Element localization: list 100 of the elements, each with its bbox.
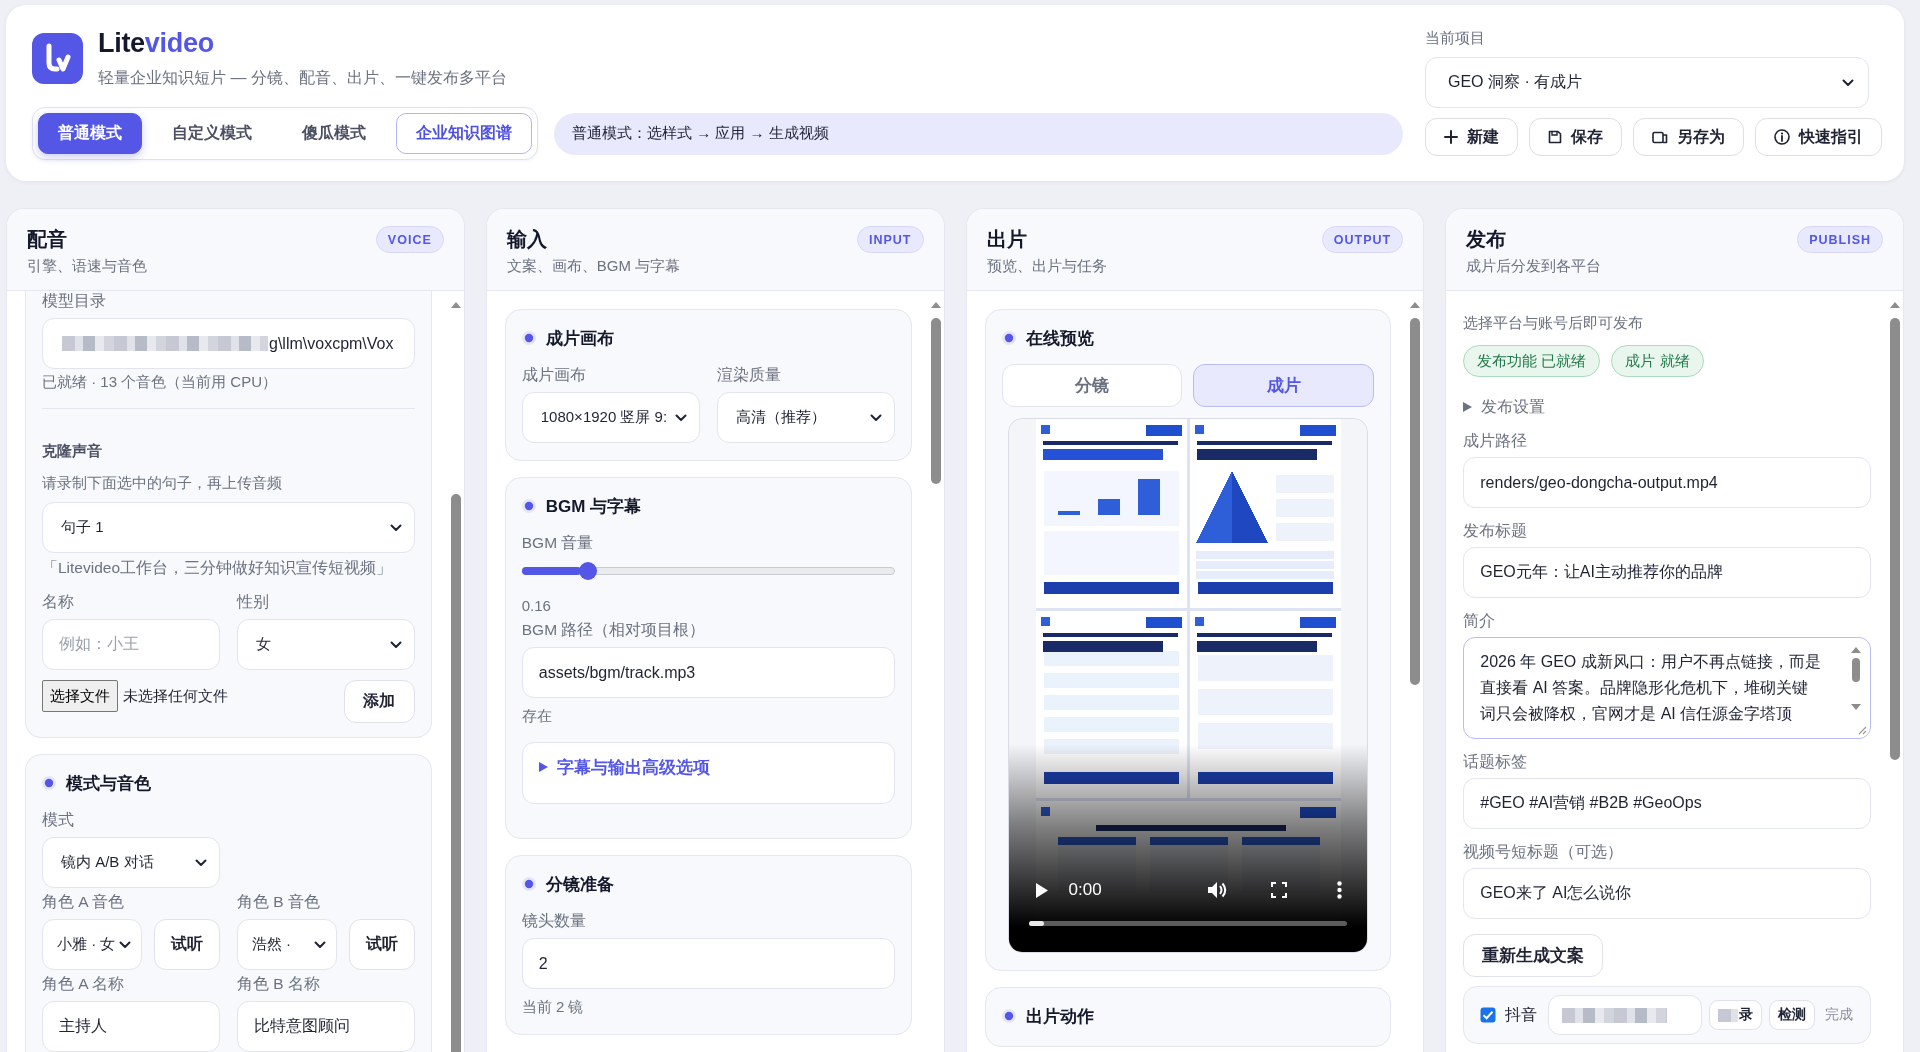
logo-icon	[32, 32, 83, 84]
tagline: 轻量企业知识短片 — 分镜、配音、出片、一键发布多平台	[98, 68, 507, 88]
field-label: BGM 音量	[521, 533, 595, 553]
field-label: BGM 路径（相对项目根）	[521, 620, 707, 640]
view-tab[interactable]: 分镜	[1001, 364, 1183, 407]
action-button[interactable]: 重新生成文案	[1463, 934, 1604, 977]
helper-text: 已就绪 · 13 个音色（当前用 CPU）	[42, 372, 279, 392]
panel-title: 输入	[506, 227, 548, 252]
helper-text: 选择平台与账号后即可发布	[1463, 313, 1645, 333]
input-field[interactable]: renders/geo-dongcha-output.mp4	[1463, 457, 1871, 508]
input-field[interactable]: assets/bgm/track.mp3	[521, 647, 895, 698]
panel-subtitle: 引擎、语速与音色	[27, 256, 147, 276]
listen-button[interactable]: 试听	[153, 919, 220, 970]
disclosure-toggle[interactable]: 字幕与输出高级选项	[538, 757, 710, 777]
description-field[interactable]: 2026 年 GEO 成新风口：用户不再点链接，而是直接看 AI 答案。品牌隐形化危机下，堆砌关键词只会被降权，官网才是 AI 信任源金字塔顶	[1463, 637, 1871, 739]
dropdown[interactable]: 浩然 ·	[236, 919, 337, 970]
field-label: 模式	[42, 810, 75, 830]
mode-tab[interactable]: 自定义模式	[152, 113, 272, 154]
checkbox[interactable]	[1480, 1007, 1497, 1023]
dropdown[interactable]: 女	[236, 619, 415, 670]
fullscreen-icon[interactable]	[1271, 882, 1288, 898]
disclosure-toggle[interactable]: 发布设置	[1463, 396, 1546, 418]
hint-banner: 普通模式：选样式 → 应用 → 生成视频	[554, 112, 1403, 155]
field-label: 成片路径	[1463, 431, 1529, 451]
input-field[interactable]: GEO元年：让AI主动推荐你的品牌	[1463, 547, 1871, 598]
more-options-icon[interactable]	[1337, 881, 1343, 899]
bullet-dot-icon	[521, 331, 536, 345]
dropdown[interactable]: 镜内 A/B 对话	[42, 837, 220, 888]
input-field[interactable]: g\llm\voxcpm\Vox	[42, 318, 415, 369]
add-button[interactable]: 添加	[343, 680, 415, 723]
new-button[interactable]: 新建	[1425, 118, 1518, 156]
choose-file-button[interactable]: 选择文件	[42, 680, 118, 712]
panel-title: 出片	[986, 227, 1028, 252]
chevron-down-icon	[869, 413, 882, 422]
field-label: 模型目录	[42, 291, 107, 311]
input-field[interactable]: #GEO #AI营销 #B2B #GeoOps	[1463, 778, 1871, 829]
field-label: 名称	[42, 592, 75, 612]
slider-thumb[interactable]	[578, 562, 597, 580]
input-field[interactable]: GEO来了 AI怎么说你	[1463, 868, 1871, 919]
field-label: 角色 A 音色	[42, 892, 126, 912]
scrollbar-thumb[interactable]	[450, 494, 461, 1052]
scroll-up-icon	[1410, 302, 1421, 308]
dropdown[interactable]: 小雅 · 女	[42, 919, 142, 970]
card-title: 出片动作	[1025, 1005, 1094, 1028]
slider[interactable]	[521, 562, 895, 580]
listen-button[interactable]: 试听	[348, 919, 415, 970]
section-badge: OUTPUT	[1321, 226, 1404, 253]
field-label: 成片画布	[521, 365, 587, 385]
field-label: 话题标签	[1463, 752, 1529, 772]
guide-button[interactable]: 快速指引	[1755, 118, 1882, 156]
field-label: 简介	[1463, 611, 1497, 631]
bullet-dot-icon	[42, 776, 56, 790]
scrollbar-thumb[interactable]	[1410, 318, 1421, 685]
scroll-up-icon	[930, 302, 941, 308]
helper-text: 当前 2 镜	[521, 997, 585, 1017]
chevron-down-icon	[118, 940, 131, 949]
input-field[interactable]: 主持人	[42, 1001, 220, 1052]
play-icon[interactable]	[1034, 881, 1049, 899]
dropdown[interactable]: 高清（推荐）	[716, 392, 895, 443]
file-status-text: 未选择任何文件	[123, 686, 229, 706]
field-label: 发布标题	[1463, 521, 1529, 541]
chevron-down-icon	[1842, 78, 1854, 87]
video-progress-bar[interactable]	[1028, 921, 1348, 926]
bullet-dot-icon	[1001, 1009, 1016, 1023]
scroll-down-icon	[1851, 704, 1861, 710]
brand-name: Litevideo	[98, 27, 215, 59]
scroll-up-icon	[1890, 302, 1900, 308]
playback-time: 0:00	[1068, 880, 1102, 900]
caret-icon	[1463, 402, 1473, 412]
mode-tab[interactable]: 普通模式	[38, 113, 142, 154]
input-field[interactable]: 比特意图顾问	[236, 1001, 415, 1052]
scrollbar-thumb[interactable]	[930, 318, 941, 484]
save-icon	[1548, 130, 1562, 144]
chevron-down-icon	[313, 940, 326, 949]
plus-icon	[1444, 130, 1458, 144]
mode-tab[interactable]: 企业知识图谱	[396, 113, 532, 154]
save-button[interactable]: 保存	[1529, 118, 1622, 156]
dropdown[interactable]: 句子 1	[42, 502, 415, 553]
field-label: 渲染质量	[716, 365, 782, 385]
account-field[interactable]	[1548, 995, 1703, 1035]
info-icon	[1774, 129, 1790, 145]
status-text: 完成	[1825, 1006, 1854, 1024]
dropdown[interactable]: GEO 洞察 · 有成片	[1425, 57, 1869, 108]
panel-subtitle: 文案、画布、BGM 与字幕	[506, 256, 681, 276]
dropdown[interactable]: 1080×1920 竖屏 9:	[521, 392, 700, 443]
card-title: 在线预览	[1025, 327, 1094, 350]
field-label: 角色 A 名称	[42, 974, 126, 994]
view-tab[interactable]: 成片	[1193, 364, 1375, 407]
chevron-down-icon	[389, 523, 402, 532]
helper-text: 存在	[521, 706, 553, 726]
status-pill: 发布功能 已就绪	[1463, 345, 1601, 377]
mode-tab[interactable]: 傻瓜模式	[282, 113, 386, 154]
scrollbar-thumb[interactable]	[1890, 318, 1900, 760]
save-as-button[interactable]: 另存为	[1633, 118, 1744, 156]
scrollbar-thumb[interactable]	[1852, 658, 1860, 682]
login-button[interactable]: 录	[1709, 1000, 1763, 1030]
copy-icon	[1652, 130, 1668, 144]
input-field[interactable]: 2	[521, 938, 895, 989]
field-label: 当前项目	[1425, 28, 1486, 48]
check-button[interactable]: 检测	[1769, 1000, 1816, 1030]
